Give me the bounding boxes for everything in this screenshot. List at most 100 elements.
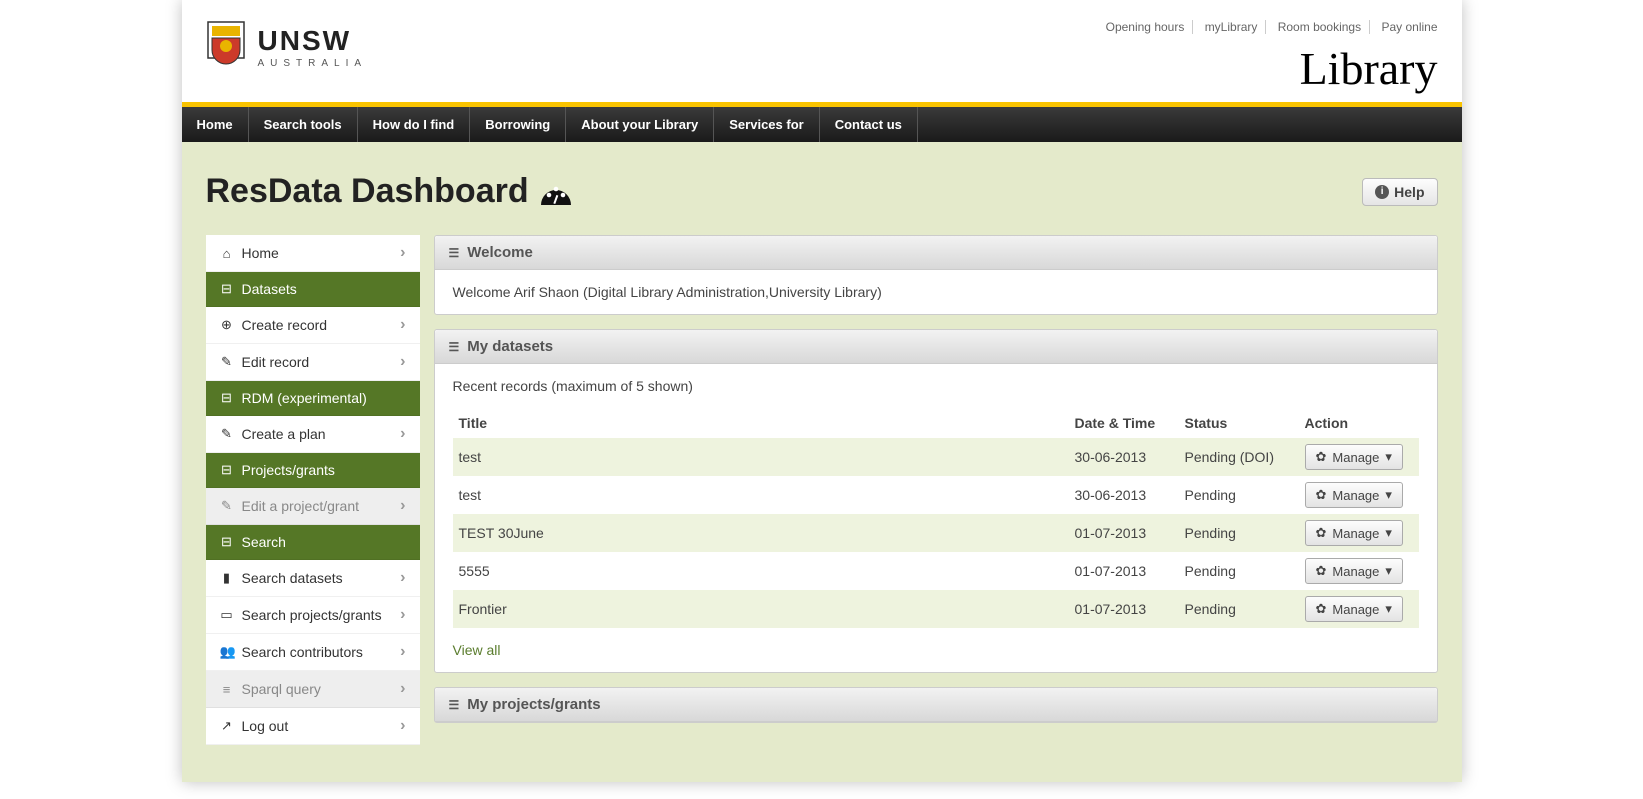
home-icon: ⌂ <box>220 246 234 261</box>
cell-action: ✿ Manage ▾ <box>1299 552 1419 590</box>
gear-icon: ✿ <box>1316 601 1327 617</box>
nav-services-for[interactable]: Services for <box>714 107 819 142</box>
sidebar-section-rdm-experimental-[interactable]: ⊟RDM (experimental) <box>206 381 420 416</box>
chevron-right-icon: › <box>400 353 405 371</box>
hamburger-icon: ☰ <box>449 246 460 260</box>
manage-label: Manage <box>1332 602 1379 617</box>
datasets-table: Title Date & Time Status Action test30-0… <box>453 408 1419 628</box>
caret-down-icon: ▾ <box>1385 563 1392 579</box>
chevron-right-icon: › <box>400 316 405 334</box>
primary-nav: Home Search tools How do I find Borrowin… <box>182 107 1462 142</box>
link-pay-online[interactable]: Pay online <box>1373 20 1437 34</box>
caret-down-icon: ▾ <box>1385 449 1392 465</box>
cell-status: Pending (DOI) <box>1179 438 1299 476</box>
manage-button[interactable]: ✿ Manage ▾ <box>1305 444 1403 470</box>
cell-date: 01-07-2013 <box>1069 552 1179 590</box>
link-mylibrary[interactable]: myLibrary <box>1197 20 1267 34</box>
table-row: Frontier01-07-2013Pending✿ Manage ▾ <box>453 590 1419 628</box>
caret-down-icon: ▾ <box>1385 601 1392 617</box>
nav-contact-us[interactable]: Contact us <box>820 107 918 142</box>
chevron-right-icon: › <box>400 569 405 587</box>
cell-status: Pending <box>1179 514 1299 552</box>
chevron-right-icon: › <box>400 643 405 661</box>
sidebar-label: Projects/grants <box>242 462 335 478</box>
cell-title: test <box>453 476 1069 514</box>
site-logo[interactable]: UNSW AUSTRALIA <box>206 20 368 75</box>
recent-records-label: Recent records (maximum of 5 shown) <box>453 378 1419 394</box>
cell-action: ✿ Manage ▾ <box>1299 514 1419 552</box>
manage-button[interactable]: ✿ Manage ▾ <box>1305 482 1403 508</box>
cell-title: Frontier <box>453 590 1069 628</box>
search-projects-grants-icon: ▭ <box>220 607 234 623</box>
sidebar-item-home[interactable]: ⌂Home› <box>206 235 420 272</box>
manage-label: Manage <box>1332 564 1379 579</box>
nav-home[interactable]: Home <box>182 107 249 142</box>
sparql-query-icon: ≡ <box>220 682 234 697</box>
cell-date: 30-06-2013 <box>1069 476 1179 514</box>
sidebar-item-create-a-plan[interactable]: ✎ Create a plan › <box>206 416 420 453</box>
gear-icon: ✿ <box>1316 487 1327 503</box>
projects-grants-icon: ⊟ <box>220 462 234 478</box>
sidebar-label: RDM (experimental) <box>242 390 367 406</box>
my-datasets-panel: ☰ My datasets Recent records (maximum of… <box>434 329 1438 673</box>
cell-title[interactable]: TEST 30June <box>453 514 1069 552</box>
col-status: Status <box>1179 408 1299 438</box>
sidebar-item-create-record[interactable]: ⊕ Create record › <box>206 307 420 344</box>
nav-how-do-i-find[interactable]: How do I find <box>358 107 471 142</box>
sidebar-item-edit-record[interactable]: ✎Edit record› <box>206 344 420 381</box>
sidebar-item-log-out[interactable]: ↗Log out› <box>206 708 420 745</box>
link-opening-hours[interactable]: Opening hours <box>1098 20 1194 34</box>
manage-button[interactable]: ✿ Manage ▾ <box>1305 558 1403 584</box>
cell-action: ✿ Manage ▾ <box>1299 476 1419 514</box>
chevron-right-icon: › <box>400 680 405 698</box>
col-action: Action <box>1299 408 1419 438</box>
sidebar-label: Log out <box>242 718 289 734</box>
nav-borrowing[interactable]: Borrowing <box>470 107 566 142</box>
sidebar-item-sparql-query: ≡Sparql query› <box>206 671 420 708</box>
help-button[interactable]: i Help <box>1362 178 1437 206</box>
search-contributors-icon: 👥 <box>220 644 234 660</box>
page-title-text: ResData Dashboard <box>206 172 529 211</box>
table-row: 555501-07-2013Pending✿ Manage ▾ <box>453 552 1419 590</box>
manage-button[interactable]: ✿ Manage ▾ <box>1305 596 1403 622</box>
nav-search-tools[interactable]: Search tools <box>249 107 358 142</box>
chevron-right-icon: › <box>400 425 405 443</box>
table-row: TEST 30June01-07-2013Pending✿ Manage ▾ <box>453 514 1419 552</box>
sidebar-label: Create record <box>242 317 328 333</box>
sidebar-item-search-datasets[interactable]: ▮Search datasets› <box>206 560 420 597</box>
hamburger-icon: ☰ <box>449 698 460 712</box>
sidebar-label: Edit record <box>242 354 310 370</box>
sidebar-label: Create a plan <box>242 426 326 442</box>
caret-down-icon: ▾ <box>1385 487 1392 503</box>
logo-unsw-text: UNSW <box>258 27 368 55</box>
cell-date: 30-06-2013 <box>1069 438 1179 476</box>
search-icon: ⊟ <box>220 534 234 550</box>
sidebar-label: Datasets <box>242 281 297 297</box>
welcome-text: Welcome Arif Shaon (Digital Library Admi… <box>453 284 882 300</box>
create-a-plan-icon: ✎ <box>220 426 234 442</box>
view-all-link[interactable]: View all <box>453 642 501 658</box>
manage-label: Manage <box>1332 450 1379 465</box>
nav-about-your-library[interactable]: About your Library <box>566 107 714 142</box>
gear-icon: ✿ <box>1316 563 1327 579</box>
dashboard-icon <box>539 177 573 207</box>
cell-status: Pending <box>1179 552 1299 590</box>
chevron-right-icon: › <box>400 497 405 515</box>
manage-label: Manage <box>1332 526 1379 541</box>
sidebar-section-projects-grants[interactable]: ⊟ Projects/grants <box>206 453 420 488</box>
create-record-icon: ⊕ <box>220 317 234 333</box>
manage-button[interactable]: ✿ Manage ▾ <box>1305 520 1403 546</box>
sidebar-section-search[interactable]: ⊟Search <box>206 525 420 560</box>
my-projects-heading: My projects/grants <box>467 696 600 713</box>
gear-icon: ✿ <box>1316 449 1327 465</box>
sidebar-label: Search datasets <box>242 570 343 586</box>
sidebar-item-search-projects-grants[interactable]: ▭Search projects/grants› <box>206 597 420 634</box>
table-row: test30-06-2013Pending (DOI)✿ Manage ▾ <box>453 438 1419 476</box>
sidebar-item-search-contributors[interactable]: 👥Search contributors› <box>206 634 420 671</box>
my-projects-panel: ☰ My projects/grants <box>434 687 1438 723</box>
sidebar-section-datasets[interactable]: ⊟Datasets <box>206 272 420 307</box>
link-room-bookings[interactable]: Room bookings <box>1270 20 1370 34</box>
my-datasets-heading: My datasets <box>467 338 553 355</box>
sidebar-item-edit-a-project-grant: ✎Edit a project/grant› <box>206 488 420 525</box>
page-title: ResData Dashboard <box>206 172 573 211</box>
